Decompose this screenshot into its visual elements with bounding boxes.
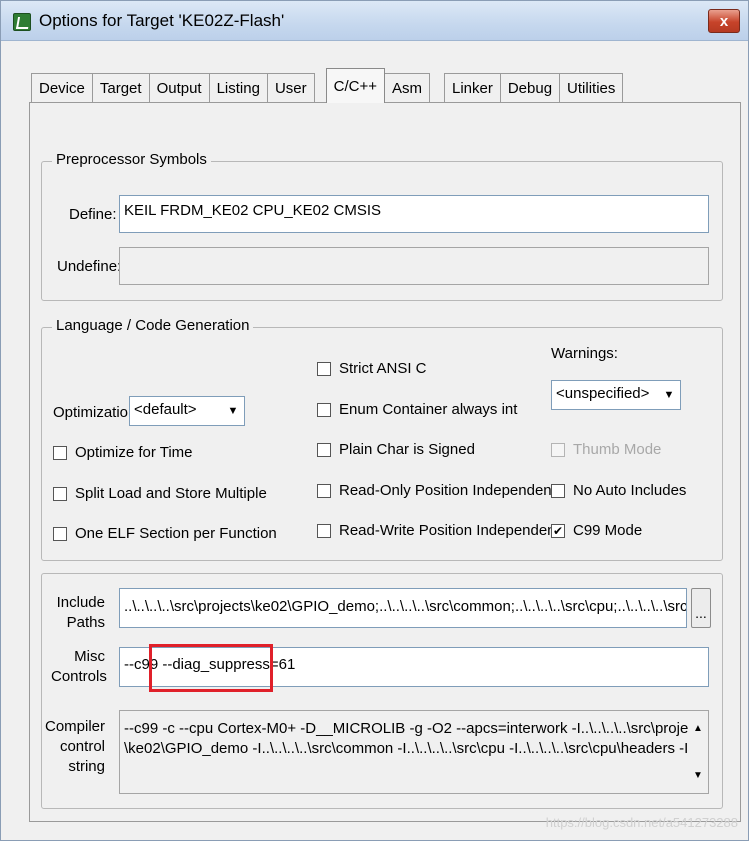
include-paths-field[interactable]: ..\..\..\..\src\projects\ke02\GPIO_demo;…	[119, 588, 687, 628]
strict-ansi-checkbox[interactable]: Strict ANSI C	[317, 360, 427, 377]
warnings-label: Warnings:	[551, 345, 618, 362]
ro-position-independent-checkbox[interactable]: Read-Only Position Independent	[317, 482, 556, 499]
optimization-select[interactable]: <default> ▼	[129, 396, 245, 426]
checkbox-box[interactable]	[53, 526, 67, 541]
scroll-up-icon[interactable]: ▲	[693, 723, 703, 734]
tab-debug[interactable]: Debug	[499, 73, 561, 103]
chevron-down-icon[interactable]: ▼	[222, 397, 244, 425]
compiler-label-line2: control	[59, 738, 105, 755]
split-load-store-label: Split Load and Store Multiple	[75, 485, 267, 502]
checkbox-box[interactable]	[317, 402, 331, 417]
plain-char-signed-label: Plain Char is Signed	[339, 441, 475, 458]
options-dialog: Options for Target 'KE02Z-Flash' x Devic…	[0, 0, 749, 841]
undefine-field[interactable]	[119, 247, 709, 285]
checkbox-box[interactable]	[317, 483, 331, 498]
no-auto-includes-checkbox[interactable]: No Auto Includes	[551, 482, 686, 499]
scroll-down-icon[interactable]: ▼	[693, 770, 703, 781]
no-auto-includes-label: No Auto Includes	[573, 482, 687, 499]
include-paths-label-line2: Paths	[66, 614, 105, 631]
define-field[interactable]: KEIL FRDM_KE02 CPU_KE02 CMSIS	[119, 195, 709, 233]
tab-target[interactable]: Target	[91, 73, 150, 103]
plain-char-signed-checkbox[interactable]: Plain Char is Signed	[317, 441, 475, 458]
tab-listing[interactable]: Listing	[208, 73, 268, 103]
checkbox-box[interactable]	[317, 523, 331, 538]
include-paths-label-line1: Include	[56, 594, 105, 611]
window-title: Options for Target 'KE02Z-Flash'	[39, 11, 285, 30]
chevron-down-icon[interactable]: ▼	[658, 381, 680, 409]
optimization-label: Optimization:	[53, 404, 141, 421]
tab-asm[interactable]: Asm	[383, 73, 430, 103]
misc-controls-label: Misc Controls	[51, 647, 107, 687]
checkbox-box[interactable]	[551, 483, 565, 498]
codegen-legend: Language / Code Generation	[52, 317, 254, 334]
checkbox-box[interactable]	[551, 442, 565, 457]
compiler-control-string-field[interactable]: --c99 -c --cpu Cortex-M0+ -D__MICROLIB -…	[119, 710, 709, 794]
keil-app-icon	[13, 13, 31, 31]
enum-container-label: Enum Container always int	[339, 401, 518, 418]
rw-position-independent-label: Read-Write Position Independent	[339, 522, 560, 539]
preprocessor-legend: Preprocessor Symbols	[52, 151, 211, 168]
tab-utilities[interactable]: Utilities	[559, 73, 624, 103]
checkbox-box[interactable]	[317, 361, 331, 376]
optimization-value: <default>	[134, 401, 197, 418]
compiler-label-line3: string	[68, 758, 105, 775]
tab-device[interactable]: Device	[31, 73, 93, 103]
ro-position-independent-label: Read-Only Position Independent	[339, 482, 556, 499]
one-elf-section-label: One ELF Section per Function	[75, 525, 277, 542]
c99-mode-label: C99 Mode	[573, 522, 643, 539]
checkbox-box[interactable]	[53, 486, 67, 501]
define-label: Define:	[69, 206, 117, 223]
c99-mode-checkbox[interactable]: ✔ C99 Mode	[551, 522, 642, 539]
tab-user[interactable]: User	[266, 73, 315, 103]
misc-controls-label-line1: Misc	[74, 648, 105, 665]
compiler-string-scrollbar[interactable]: ▲ ▼	[688, 713, 708, 791]
include-paths-browse-button[interactable]: ...	[691, 588, 711, 628]
warnings-value: <unspecified>	[556, 385, 650, 402]
warnings-select[interactable]: <unspecified> ▼	[551, 380, 681, 410]
misc-controls-label-line2: Controls	[51, 668, 107, 685]
rw-position-independent-checkbox[interactable]: Read-Write Position Independent	[317, 522, 560, 539]
enum-container-checkbox[interactable]: Enum Container always int	[317, 401, 517, 418]
compiler-string-line1: --c99 -c --cpu Cortex-M0+ -D__MICROLIB -…	[124, 720, 708, 737]
checkbox-box[interactable]	[53, 445, 67, 460]
one-elf-section-checkbox[interactable]: One ELF Section per Function	[53, 525, 277, 542]
compiler-control-string-label: Compiler control string	[45, 717, 105, 777]
optimize-for-time-checkbox[interactable]: Optimize for Time	[53, 444, 193, 461]
watermark: https://blog.csdn.net/a541273288	[545, 815, 738, 830]
compiler-string-line2: \ke02\GPIO_demo -I..\..\..\..\src\common…	[124, 740, 709, 757]
tab-c-cpp[interactable]: C/C++	[325, 68, 385, 103]
tab-strip: Device Target Output Listing User C/C++ …	[31, 68, 624, 103]
tab-output[interactable]: Output	[148, 73, 210, 103]
red-highlight-annotation	[149, 644, 273, 692]
thumb-mode-checkbox[interactable]: Thumb Mode	[551, 441, 661, 458]
tab-linker[interactable]: Linker	[443, 73, 501, 103]
checkbox-box[interactable]	[317, 442, 331, 457]
checkbox-box[interactable]: ✔	[551, 523, 565, 538]
close-button[interactable]: x	[708, 9, 740, 33]
optimize-for-time-label: Optimize for Time	[75, 444, 193, 461]
undefine-label: Undefine:	[57, 258, 122, 275]
compiler-label-line1: Compiler	[45, 718, 106, 735]
include-paths-label: Include Paths	[51, 593, 105, 633]
title-bar[interactable]: Options for Target 'KE02Z-Flash' x	[1, 1, 748, 41]
thumb-mode-label: Thumb Mode	[573, 441, 662, 458]
split-load-store-checkbox[interactable]: Split Load and Store Multiple	[53, 485, 267, 502]
strict-ansi-label: Strict ANSI C	[339, 360, 427, 377]
